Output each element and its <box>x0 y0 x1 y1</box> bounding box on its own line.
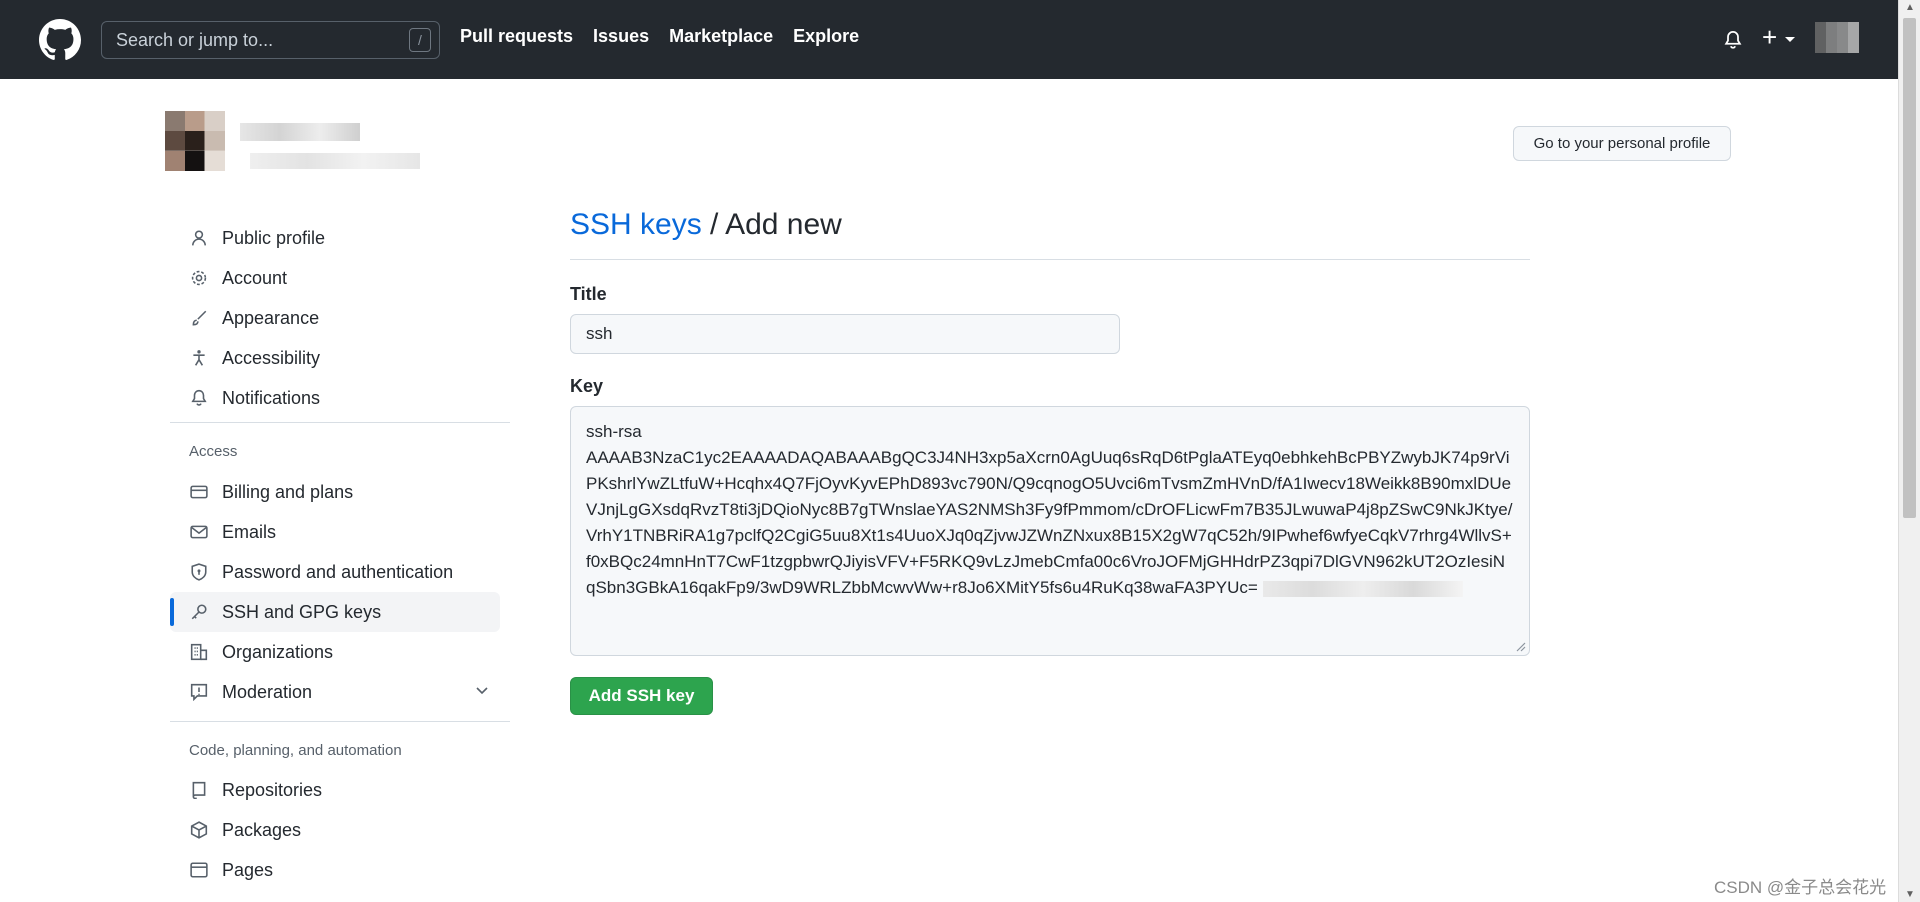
sidebar-item-label: Account <box>222 267 288 288</box>
sidebar-item-label: Notifications <box>222 387 321 408</box>
package-icon <box>188 819 210 841</box>
sidebar-item-label: Password and authentication <box>222 561 454 582</box>
scroll-up-icon[interactable]: ▲ <box>1905 2 1915 13</box>
key-redacted-tail <box>1262 580 1463 597</box>
create-new-button[interactable]: + <box>1762 24 1796 50</box>
page-scrollbar[interactable]: ▲ ▼ <box>1898 0 1920 902</box>
resize-handle-icon[interactable] <box>1514 640 1526 652</box>
bell-icon <box>188 387 210 409</box>
scroll-thumb[interactable] <box>1903 18 1916 518</box>
sidebar-item-label: Pages <box>222 859 274 880</box>
shield-lock-icon <box>188 561 210 583</box>
credit-card-icon <box>188 481 210 503</box>
sidebar-item-label: Billing and plans <box>222 481 354 502</box>
nav-issues[interactable]: Issues <box>593 26 649 47</box>
page-title: SSH keys / Add new <box>570 208 842 242</box>
sidebar-item-notifications[interactable]: Notifications <box>170 378 500 418</box>
repo-icon <box>188 779 210 801</box>
github-logo-icon[interactable] <box>39 19 81 61</box>
plus-icon: + <box>1762 22 1778 52</box>
sidebar-item-label: Moderation <box>222 681 313 702</box>
sidebar-group-access: Access <box>189 443 238 460</box>
title-input[interactable] <box>570 314 1120 354</box>
nav-pull-requests[interactable]: Pull requests <box>460 26 573 47</box>
sidebar-item-pages[interactable]: Pages <box>170 850 500 890</box>
sidebar-item-account[interactable]: Account <box>170 258 500 298</box>
sidebar-item-label: SSH and GPG keys <box>222 601 382 622</box>
sidebar-item-label: Appearance <box>222 307 320 328</box>
title-label: Title <box>570 284 607 304</box>
sidebar-item-moderation[interactable]: Moderation <box>170 672 500 712</box>
search-shortcut-badge: / <box>409 28 431 52</box>
page-title-rest: / Add new <box>701 208 842 241</box>
key-icon <box>188 601 210 623</box>
sidebar-item-public-profile[interactable]: Public profile <box>170 218 500 258</box>
sidebar-item-billing[interactable]: Billing and plans <box>170 472 500 512</box>
person-icon <box>188 227 210 249</box>
accessibility-icon <box>188 347 210 369</box>
sidebar-item-label: Public profile <box>222 227 326 248</box>
mail-icon <box>188 521 210 543</box>
chevron-down-icon[interactable] <box>474 682 490 698</box>
nav-marketplace[interactable]: Marketplace <box>669 26 773 47</box>
sidebar-item-label: Emails <box>222 521 277 542</box>
sidebar-item-password[interactable]: Password and authentication <box>170 552 500 592</box>
gear-icon <box>188 267 210 289</box>
paintbrush-icon <box>188 307 210 329</box>
sidebar-item-label: Repositories <box>222 779 323 800</box>
sidebar-item-packages[interactable]: Packages <box>170 810 500 850</box>
sidebar-item-emails[interactable]: Emails <box>170 512 500 552</box>
sidebar-item-organizations[interactable]: Organizations <box>170 632 500 672</box>
watermark: CSDN @金子总会花光 <box>1714 878 1887 897</box>
top-nav: Pull requests Issues Marketplace Explore <box>460 26 859 47</box>
sidebar-item-label: Packages <box>222 819 302 840</box>
key-value: ssh-rsa AAAAB3NzaC1yc2EAAAADAQABAAABgQC3… <box>586 422 1513 597</box>
add-ssh-key-button[interactable]: Add SSH key <box>570 677 713 715</box>
user-avatar-menu[interactable] <box>1815 22 1859 53</box>
sidebar-item-label: Accessibility <box>222 347 321 368</box>
report-icon <box>188 681 210 703</box>
search-placeholder: Search or jump to... <box>116 29 274 50</box>
sidebar-divider <box>170 721 510 722</box>
caret-down-icon <box>1785 37 1796 43</box>
browser-icon <box>188 859 210 881</box>
sidebar-divider <box>170 422 510 423</box>
title-divider <box>570 259 1530 260</box>
account-name-redacted <box>240 123 360 141</box>
sidebar-item-repositories[interactable]: Repositories <box>170 770 500 810</box>
search-input[interactable]: Search or jump to... / <box>101 21 440 59</box>
app-header: Search or jump to... / Pull requests Iss… <box>0 0 1898 79</box>
account-avatar <box>165 111 225 171</box>
sidebar-item-accessibility[interactable]: Accessibility <box>170 338 500 378</box>
sidebar-item-ssh-gpg-keys[interactable]: SSH and GPG keys <box>170 592 500 632</box>
go-to-profile-button[interactable]: Go to your personal profile <box>1513 126 1731 161</box>
account-subtitle-redacted <box>250 153 420 169</box>
sidebar-group-code: Code, planning, and automation <box>189 742 402 759</box>
scroll-down-icon[interactable]: ▼ <box>1905 889 1915 900</box>
sidebar-item-label: Organizations <box>222 641 334 662</box>
ssh-keys-breadcrumb-link[interactable]: SSH keys <box>570 208 702 241</box>
sidebar-item-appearance[interactable]: Appearance <box>170 298 500 338</box>
organization-icon <box>188 641 210 663</box>
nav-explore[interactable]: Explore <box>793 26 859 47</box>
bell-icon[interactable] <box>1723 29 1743 51</box>
key-textarea[interactable]: ssh-rsa AAAAB3NzaC1yc2EAAAADAQABAAABgQC3… <box>570 406 1530 656</box>
key-label: Key <box>570 376 604 396</box>
